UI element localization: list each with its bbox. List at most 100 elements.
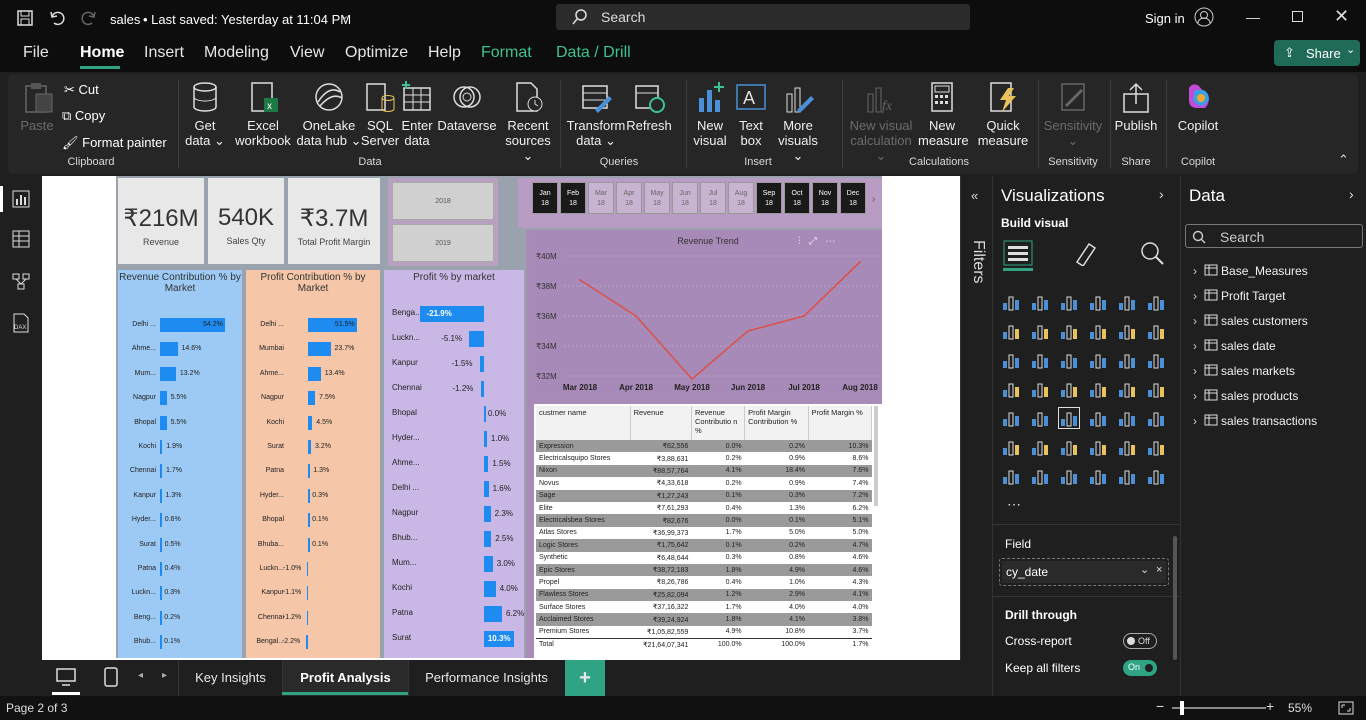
- bar-row[interactable]: Bengal... -2.2%: [246, 635, 366, 650]
- mobile-layout-icon[interactable]: [104, 667, 118, 687]
- ribbon-chart-icon[interactable]: [1088, 321, 1108, 341]
- data-table-item[interactable]: › sales transactions: [1193, 414, 1317, 428]
- azure-map-icon[interactable]: [1088, 379, 1108, 399]
- desktop-layout-icon[interactable]: [56, 668, 76, 686]
- filled-map-icon[interactable]: [1030, 379, 1050, 399]
- bar-row[interactable]: Ahme... 1.5%: [384, 454, 524, 472]
- pane-scrollbar[interactable]: [1173, 536, 1177, 660]
- funnel-icon[interactable]: [1030, 350, 1050, 370]
- gauge-icon[interactable]: [1117, 379, 1137, 399]
- table-row[interactable]: Electricalsbea Stores ₹82,676 0.0% 0.1% 5.1%: [536, 514, 872, 527]
- transform-data-button[interactable]: Transform data ⌄: [566, 80, 626, 148]
- sign-in-link[interactable]: Sign in: [1145, 11, 1185, 26]
- bar-row[interactable]: Bhub... 2.5%: [384, 529, 524, 547]
- publish-button[interactable]: Publish: [1114, 80, 1158, 133]
- text-box-button[interactable]: A Text box: [734, 80, 768, 148]
- next-page-icon[interactable]: ▸: [162, 670, 167, 681]
- bar-row[interactable]: Kochi 4.0%: [384, 579, 524, 597]
- table-row[interactable]: Novus ₹4,33,618 0.2% 0.9% 7.4%: [536, 477, 872, 490]
- bar-row[interactable]: Kanpur -1.1%: [246, 586, 366, 601]
- line-column-icon[interactable]: [1117, 321, 1137, 341]
- table-row[interactable]: Surface Stores ₹37,16,322 1.7% 4.0% 4.0%: [536, 601, 872, 614]
- bar-row[interactable]: Nagpur 7.5%: [246, 391, 366, 406]
- chevron-down-icon[interactable]: ⌄: [340, 9, 349, 22]
- month-button[interactable]: Aug 18: [728, 182, 754, 214]
- bar-row[interactable]: Hyder... 0.3%: [246, 488, 366, 503]
- treemap-icon[interactable]: [1146, 350, 1166, 370]
- bar-row[interactable]: Mum... 13.2%: [118, 366, 238, 381]
- month-button[interactable]: Sep 18: [756, 182, 782, 214]
- kpi-card-revenue[interactable]: ₹216M Revenue: [118, 178, 204, 264]
- menu-modeling[interactable]: Modeling: [204, 44, 269, 62]
- bar-row[interactable]: Patna 1.3%: [246, 464, 366, 479]
- add-page-button[interactable]: +: [565, 660, 605, 696]
- menu-insert[interactable]: Insert: [144, 44, 184, 62]
- column-header[interactable]: Profit Margin Contribution %: [744, 406, 809, 440]
- fit-to-page-icon[interactable]: [1338, 701, 1354, 715]
- zoom-slider-thumb[interactable]: [1180, 701, 1184, 715]
- table-row[interactable]: Acclaimed Stores ₹39,24,924 1.8% 4.1% 3.8%: [536, 613, 872, 626]
- bar-row[interactable]: Nagpur 2.3%: [384, 504, 524, 522]
- data-table-item[interactable]: › Base_Measures: [1193, 264, 1308, 278]
- bar-row[interactable]: Luckn... -1.0%: [246, 562, 366, 576]
- bar-row[interactable]: Luckn... -5.1%: [384, 329, 524, 347]
- tab-profit-analysis[interactable]: Profit Analysis: [282, 660, 408, 696]
- menu-home[interactable]: Home: [80, 44, 124, 62]
- data-table-item[interactable]: › sales customers: [1193, 314, 1308, 328]
- power-automate-icon[interactable]: [1059, 466, 1079, 486]
- month-button[interactable]: Jul 18: [700, 182, 726, 214]
- arcgis-icon[interactable]: [1088, 466, 1108, 486]
- table-row[interactable]: Epic Stores ₹38,72,183 1.8% 4.9% 4.6%: [536, 563, 872, 577]
- bar-row[interactable]: Patna 0.4%: [118, 562, 238, 576]
- menu-data-drill[interactable]: Data / Drill: [556, 44, 631, 62]
- qa-icon[interactable]: [1088, 437, 1108, 457]
- bar-row[interactable]: Kochi 1.9%: [118, 440, 238, 454]
- data-table-item[interactable]: › sales date: [1193, 339, 1276, 353]
- stacked-area-icon[interactable]: [1059, 321, 1079, 341]
- multi-row-card-icon[interactable]: [1001, 408, 1021, 428]
- data-point[interactable]: [859, 261, 861, 263]
- bar-row[interactable]: Delhi ... 51.5%: [246, 318, 366, 332]
- new-measure-button[interactable]: New measure: [918, 80, 969, 148]
- scatter-icon[interactable]: [1059, 350, 1079, 370]
- data-point[interactable]: [635, 315, 637, 317]
- clustered-bar-icon[interactable]: [1059, 292, 1079, 312]
- shape-map-icon[interactable]: [1059, 379, 1079, 399]
- matrix-icon[interactable]: [1117, 408, 1137, 428]
- month-button[interactable]: May 18: [644, 182, 670, 214]
- data-table-item[interactable]: › Profit Target: [1193, 289, 1286, 303]
- copy-button[interactable]: ⧉ Copy: [62, 108, 105, 124]
- month-button[interactable]: Feb 18: [560, 182, 586, 214]
- bar-row[interactable]: Bhub... 0.1%: [118, 635, 238, 650]
- card-icon[interactable]: [1146, 379, 1166, 399]
- chevrons-icon[interactable]: [1146, 466, 1166, 486]
- bar-row[interactable]: Bhuba... 0.1%: [246, 537, 366, 552]
- more-visuals-icon[interactable]: ⋯: [1007, 496, 1021, 513]
- bar-row[interactable]: Chennai 1.7%: [118, 464, 238, 479]
- chevron-down-icon[interactable]: ⌄: [1140, 563, 1149, 576]
- bar-row[interactable]: Bhopal 0.1%: [246, 513, 366, 528]
- month-button[interactable]: Jan 18: [532, 182, 558, 214]
- cross-report-toggle[interactable]: Off: [1123, 633, 1157, 649]
- pie-icon[interactable]: [1088, 350, 1108, 370]
- bar-row[interactable]: Delhi ... 1.6%: [384, 479, 524, 497]
- bar-row[interactable]: Kanpur 1.3%: [118, 488, 238, 503]
- paginated-report-icon[interactable]: [1001, 466, 1021, 486]
- menu-optimize[interactable]: Optimize: [345, 44, 408, 62]
- 100-column-icon[interactable]: [1146, 292, 1166, 312]
- collapse-ribbon-icon[interactable]: ⌃: [1338, 152, 1349, 168]
- table-scrollbar[interactable]: [874, 406, 878, 506]
- table-row[interactable]: Sage ₹1,27,243 0.1% 0.3% 7.2%: [536, 489, 872, 502]
- keep-filters-toggle[interactable]: On: [1123, 660, 1157, 676]
- data-point[interactable]: [747, 330, 749, 332]
- bar-row[interactable]: Nagpur 5.5%: [118, 391, 238, 406]
- bar-row[interactable]: Hyder... 1.0%: [384, 429, 524, 447]
- bar-row[interactable]: Mum... 3.0%: [384, 554, 524, 572]
- onelake-button[interactable]: OneLake data hub ⌄: [296, 80, 362, 148]
- menu-view[interactable]: View: [290, 44, 324, 62]
- bar-row[interactable]: Chennai -1.2%: [246, 610, 366, 625]
- table-row[interactable]: Propel ₹8,26,786 0.4% 1.0% 4.3%: [536, 576, 872, 589]
- chevron-right-icon[interactable]: ›: [1349, 186, 1354, 202]
- bar-row[interactable]: Mumbai 23.7%: [246, 342, 366, 357]
- sql-server-button[interactable]: SQL Server: [358, 80, 402, 148]
